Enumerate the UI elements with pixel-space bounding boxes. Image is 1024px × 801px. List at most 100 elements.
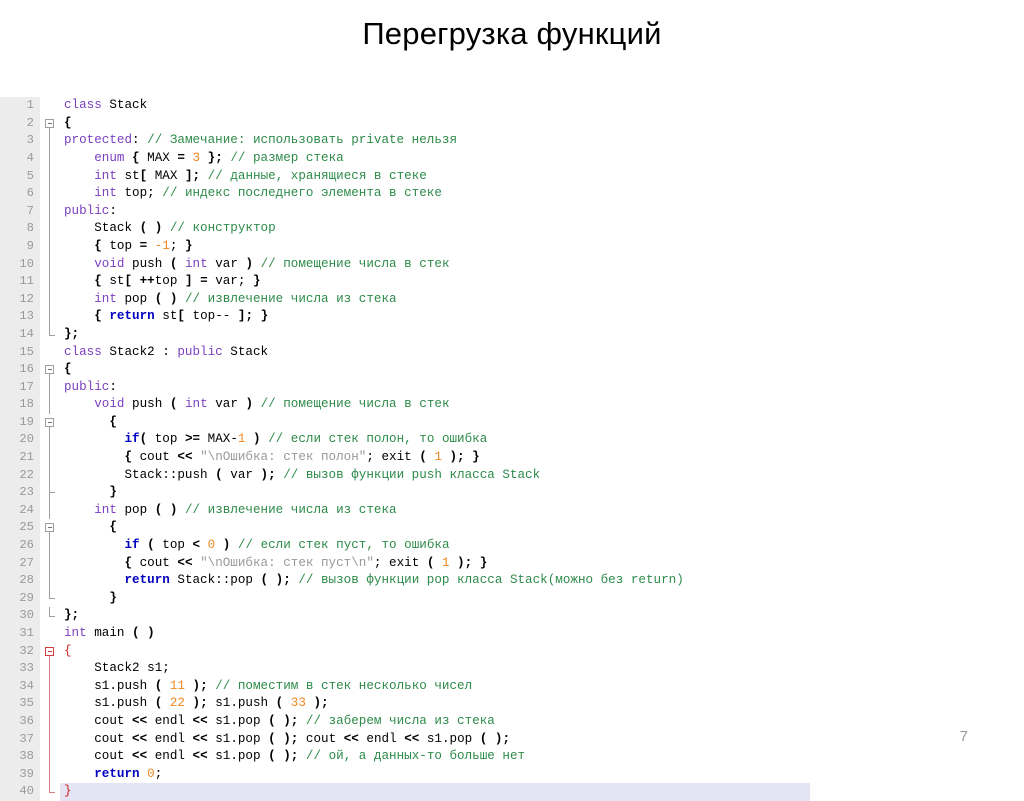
fold-margin[interactable]	[40, 783, 60, 801]
fold-collapse-icon[interactable]	[45, 118, 54, 128]
code-text[interactable]: public:	[60, 379, 1024, 397]
fold-margin[interactable]	[40, 149, 60, 168]
fold-margin[interactable]	[40, 554, 60, 573]
code-text[interactable]: }	[60, 590, 1024, 608]
code-line[interactable]: 17 public:	[0, 378, 1024, 397]
fold-margin[interactable]	[40, 466, 60, 485]
code-text[interactable]: { st[ ++top ] = var; }	[60, 273, 1024, 291]
code-text[interactable]: int pop ( ) // извлечение числа из стека	[60, 291, 1024, 309]
fold-margin[interactable]	[40, 97, 60, 115]
fold-margin[interactable]	[40, 273, 60, 291]
code-line[interactable]: 37 cout << endl << s1.pop ( ); cout << e…	[0, 730, 1024, 749]
code-text[interactable]: {	[60, 414, 1024, 432]
code-text[interactable]: {	[60, 361, 1024, 379]
code-line[interactable]: 22 Stack::push ( var ); // вызов функции…	[0, 466, 1024, 485]
code-line[interactable]: 11 { st[ ++top ] = var; }	[0, 273, 1024, 291]
code-line[interactable]: 25 {	[0, 519, 1024, 538]
fold-collapse-icon[interactable]	[45, 417, 54, 427]
fold-margin[interactable]	[40, 308, 60, 326]
code-text[interactable]: Stack2 s1;	[60, 660, 1024, 678]
code-line[interactable]: 35 s1.push ( 22 ); s1.push ( 33 );	[0, 695, 1024, 713]
fold-margin[interactable]	[40, 220, 60, 238]
code-text[interactable]: int st[ MAX ]; // данные, хранящиеся в с…	[60, 168, 1024, 186]
fold-margin[interactable]	[40, 132, 60, 150]
fold-margin[interactable]	[40, 589, 60, 608]
fold-margin[interactable]	[40, 114, 60, 133]
code-line[interactable]: 9 { top = -1; }	[0, 237, 1024, 256]
code-text[interactable]: {	[60, 519, 1024, 537]
code-text[interactable]: class Stack2 : public Stack	[60, 344, 1024, 362]
code-line[interactable]: 13 { return st[ top-- ]; }	[0, 308, 1024, 326]
fold-margin[interactable]	[40, 625, 60, 643]
code-line[interactable]: 15 class Stack2 : public Stack	[0, 343, 1024, 362]
code-line[interactable]: 39 return 0;	[0, 765, 1024, 784]
code-text[interactable]: int main ( )	[60, 625, 1024, 643]
fold-margin[interactable]	[40, 343, 60, 362]
code-line[interactable]: 8 Stack ( ) // конструктор	[0, 220, 1024, 238]
code-text[interactable]: };	[60, 607, 1024, 625]
fold-margin[interactable]	[40, 325, 60, 344]
code-line[interactable]: 27 { cout << "\nОшибка: стек пуст\n"; ex…	[0, 554, 1024, 573]
code-line[interactable]: 26 if ( top < 0 ) // если стек пуст, то …	[0, 537, 1024, 555]
fold-margin[interactable]	[40, 572, 60, 590]
code-line[interactable]: 14};	[0, 325, 1024, 344]
code-editor[interactable]: 1 class Stack 2{3 protected: // Замечание: …	[0, 62, 1024, 801]
code-line[interactable]: 4 enum { MAX = 3 }; // размер стека	[0, 149, 1024, 168]
fold-collapse-icon[interactable]	[45, 365, 54, 375]
code-text[interactable]: if( top >= MAX-1 ) // если стек полон, т…	[60, 431, 1024, 449]
code-text[interactable]: { return st[ top-- ]; }	[60, 308, 1024, 326]
code-text[interactable]: { cout << "\nОшибка: стек полон"; exit (…	[60, 449, 1024, 467]
code-text[interactable]: Stack::push ( var ); // вызов функции pu…	[60, 467, 1024, 485]
fold-margin[interactable]	[40, 501, 60, 520]
code-text[interactable]: s1.push ( 11 ); // поместим в стек неско…	[60, 678, 1024, 696]
code-text[interactable]: s1.push ( 22 ); s1.push ( 33 );	[60, 695, 1024, 713]
fold-margin[interactable]	[40, 537, 60, 555]
code-text[interactable]: return Stack::pop ( ); // вызов функции …	[60, 572, 1024, 590]
code-text[interactable]: { cout << "\nОшибка: стек пуст\n"; exit …	[60, 555, 1024, 573]
fold-margin[interactable]	[40, 449, 60, 467]
code-line[interactable]: 32 {	[0, 642, 1024, 661]
fold-margin[interactable]	[40, 396, 60, 414]
fold-margin[interactable]	[40, 695, 60, 713]
code-line[interactable]: 12 int pop ( ) // извлечение числа из ст…	[0, 290, 1024, 309]
code-text[interactable]: Stack ( ) // конструктор	[60, 220, 1024, 238]
fold-margin[interactable]	[40, 660, 60, 678]
fold-margin[interactable]	[40, 378, 60, 397]
fold-margin[interactable]	[40, 413, 60, 432]
code-text[interactable]: };	[60, 326, 1024, 344]
code-text[interactable]: {	[60, 115, 1024, 133]
code-line[interactable]: 1 class Stack	[0, 97, 1024, 115]
fold-margin[interactable]	[40, 167, 60, 186]
fold-margin[interactable]	[40, 765, 60, 784]
fold-margin[interactable]	[40, 185, 60, 203]
code-text[interactable]: if ( top < 0 ) // если стек пуст, то оши…	[60, 537, 1024, 555]
code-line[interactable]: 20 if( top >= MAX-1 ) // если стек полон…	[0, 431, 1024, 450]
code-line[interactable]: 19 {	[0, 413, 1024, 432]
code-line[interactable]: 31 int main ( )	[0, 625, 1024, 643]
fold-margin[interactable]	[40, 361, 60, 379]
code-line[interactable]: 40}	[0, 783, 1024, 801]
code-text[interactable]: protected: // Замечание: использовать pr…	[60, 132, 1024, 150]
code-text[interactable]: cout << endl << s1.pop ( ); cout << endl…	[60, 731, 1024, 749]
code-line[interactable]: 2{	[0, 114, 1024, 133]
code-line[interactable]: 30};	[0, 607, 1024, 625]
fold-margin[interactable]	[40, 607, 60, 625]
code-text[interactable]: public:	[60, 203, 1024, 221]
fold-margin[interactable]	[40, 730, 60, 749]
code-line[interactable]: 10 void push ( int var ) // помещение чи…	[0, 255, 1024, 274]
code-text[interactable]: cout << endl << s1.pop ( ); // заберем ч…	[60, 713, 1024, 731]
code-text[interactable]: int pop ( ) // извлечение числа из стека	[60, 502, 1024, 520]
code-text[interactable]: int top; // индекс последнего элемента в…	[60, 185, 1024, 203]
fold-margin[interactable]	[40, 712, 60, 731]
code-text[interactable]: }	[60, 484, 1024, 502]
code-text[interactable]: }	[60, 783, 810, 801]
code-text[interactable]: {	[60, 643, 1024, 661]
fold-margin[interactable]	[40, 642, 60, 661]
fold-margin[interactable]	[40, 237, 60, 256]
code-line[interactable]: 28 return Stack::pop ( ); // вызов функц…	[0, 572, 1024, 590]
fold-margin[interactable]	[40, 748, 60, 766]
code-line[interactable]: 5 int st[ MAX ]; // данные, хранящиеся в…	[0, 167, 1024, 186]
code-text[interactable]: return 0;	[60, 766, 1024, 784]
code-line[interactable]: 24 int pop ( ) // извлечение числа из ст…	[0, 501, 1024, 520]
code-text[interactable]: class Stack	[60, 97, 1024, 115]
